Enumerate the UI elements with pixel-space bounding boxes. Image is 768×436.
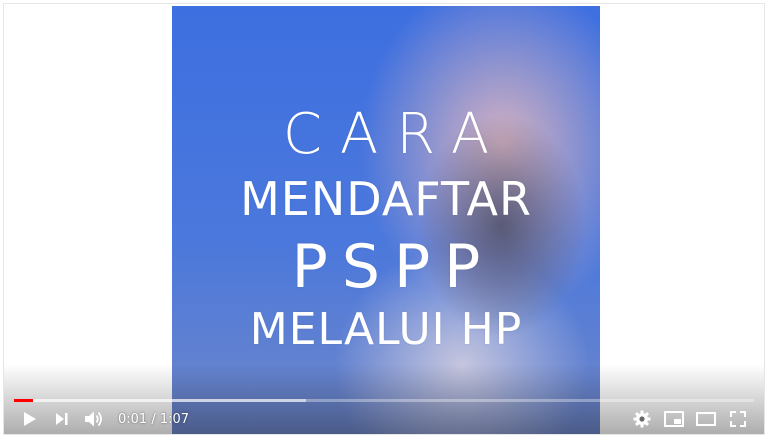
duration: 1:07 — [159, 411, 190, 427]
time-display: 0:01 / 1:07 — [118, 412, 189, 427]
theater-mode-icon — [696, 412, 716, 426]
miniplayer-button[interactable] — [658, 405, 690, 433]
volume-icon — [85, 411, 102, 427]
control-bar: 0:01 / 1:07 — [14, 405, 754, 433]
video-title-line-1: CARA — [282, 102, 508, 167]
play-button[interactable] — [14, 405, 46, 433]
fullscreen-icon — [730, 411, 746, 427]
video-title-line-2: MENDAFTAR — [240, 172, 532, 226]
settings-button[interactable] — [626, 405, 658, 433]
time-separator: / — [147, 411, 160, 427]
play-icon — [24, 412, 36, 426]
progress-bar[interactable] — [14, 399, 754, 402]
video-player[interactable]: CARA MENDAFTAR PSPP MELALUI HP 0:01 / 1:… — [4, 4, 764, 434]
settings-icon — [633, 410, 651, 428]
next-icon — [56, 413, 68, 425]
video-title-line-3: PSPP — [291, 232, 495, 302]
fullscreen-button[interactable] — [722, 405, 754, 433]
miniplayer-icon — [664, 411, 684, 427]
current-time: 0:01 — [118, 411, 148, 427]
progress-buffered — [14, 399, 307, 402]
theater-mode-button[interactable] — [690, 405, 722, 433]
progress-played — [14, 399, 33, 402]
next-button[interactable] — [46, 405, 78, 433]
volume-button[interactable] — [78, 405, 110, 433]
video-title-line-4: MELALUI HP — [249, 304, 523, 355]
